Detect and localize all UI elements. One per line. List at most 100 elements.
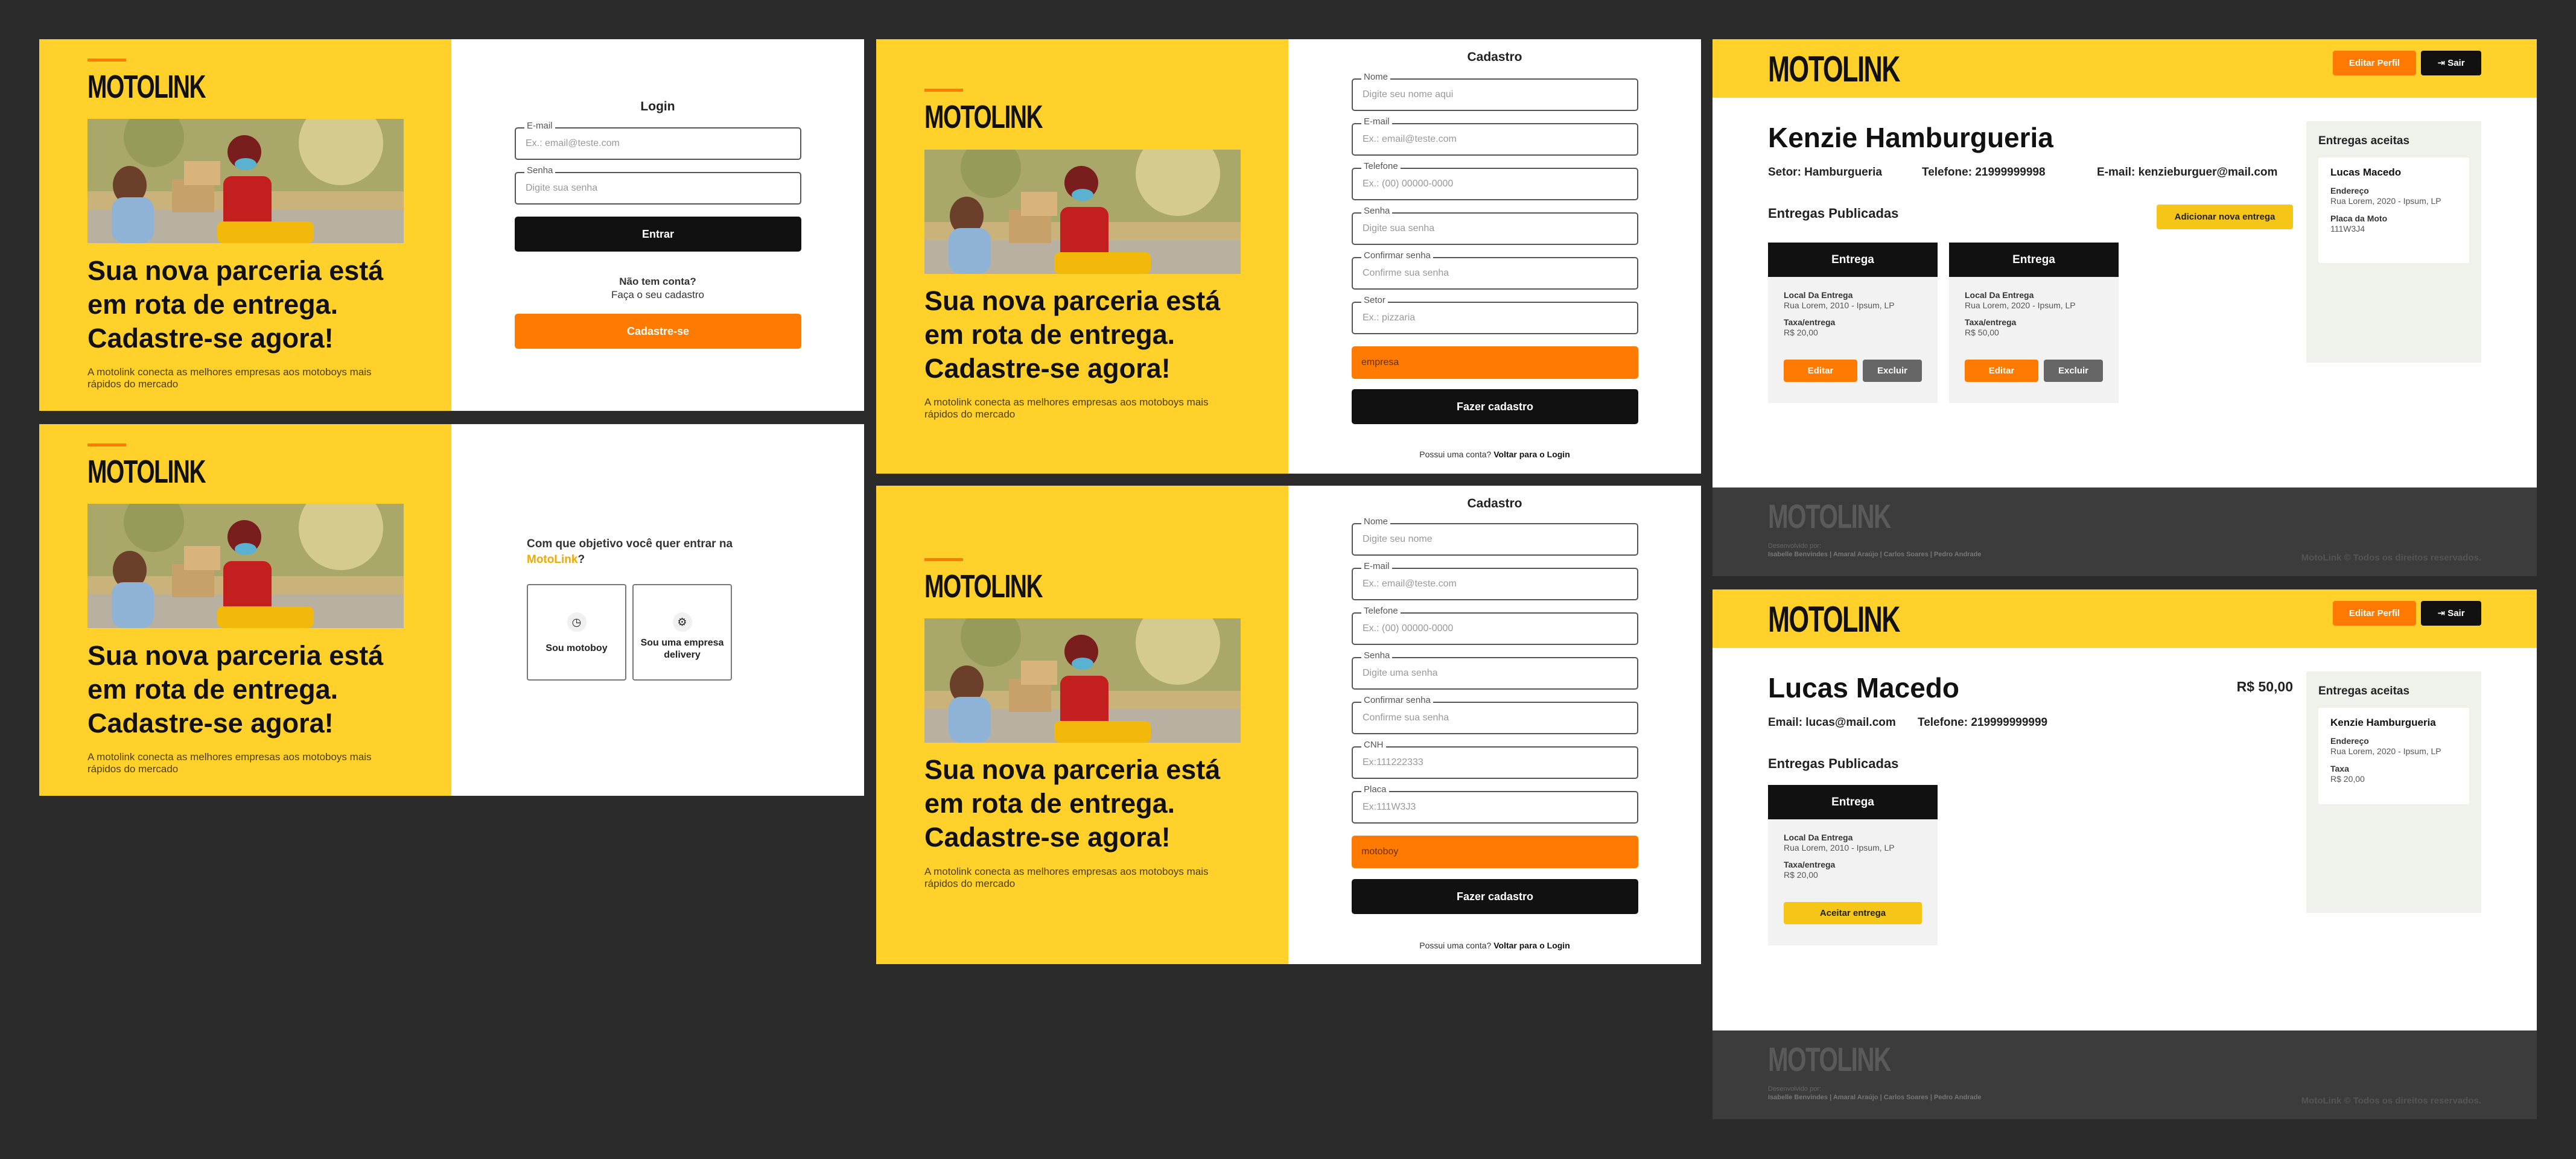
accent-bar <box>924 89 963 92</box>
add-delivery-button[interactable]: Adicionar nova entrega <box>2157 205 2293 229</box>
subtext: A motolink conecta as melhores empresas … <box>87 751 372 775</box>
edit-profile-button[interactable]: Editar Perfil <box>2333 601 2416 626</box>
delete-delivery-button[interactable]: Excluir <box>1863 360 1922 382</box>
motoboy-dashboard: MOTOLINK Editar Perfil ⇥ Sair Lucas Mace… <box>1713 589 2537 1119</box>
option-motoboy-label: Sou motoboy <box>545 643 608 653</box>
courier-email: Email: lucas@mail.com <box>1768 716 1896 729</box>
field-placeholder: Ex.: (00) 00000-0000 <box>1363 179 1454 189</box>
field-label: Nome <box>1361 72 1391 82</box>
edit-delivery-button[interactable]: Editar <box>1784 360 1857 382</box>
field-placeholder: Confirme sua senha <box>1363 268 1449 278</box>
login-link-row: Possui uma conta? Voltar para o Login <box>1288 941 1701 950</box>
location-label: Local Da Entrega <box>1784 833 1853 842</box>
accepted-deliveries-panel: Entregas aceitas Lucas Macedo Endereço R… <box>2306 121 2481 363</box>
back-to-login-link[interactable]: Voltar para o Login <box>1493 449 1570 459</box>
field-placeholder: Ex.: (00) 00000-0000 <box>1363 623 1454 633</box>
back-to-login-link[interactable]: Voltar para o Login <box>1493 941 1570 950</box>
subtext: A motolink conecta as melhores empresas … <box>87 366 372 390</box>
submit-register-button[interactable]: Fazer cadastro <box>1352 389 1638 424</box>
logo: MOTOLINK <box>87 69 206 105</box>
logo: MOTOLINK <box>1768 599 1901 640</box>
password-field[interactable]: Senha Digite uma senha <box>1352 650 1638 690</box>
field-label: CNH <box>1361 740 1386 750</box>
address-label: Endereço <box>2330 186 2369 195</box>
accent-bar <box>87 59 126 62</box>
accepted-card: Kenzie Hamburgueria Endereço Rua Lorem, … <box>2318 708 2469 804</box>
field-placeholder: Confirme sua senha <box>1363 713 1449 723</box>
register-button[interactable]: Cadastre-se <box>515 314 801 349</box>
brand-link[interactable]: MotoLink <box>527 553 577 566</box>
logout-button[interactable]: ⇥ Sair <box>2421 601 2481 626</box>
company-register-screen: MOTOLINK Sua nova parceria está em rota … <box>876 39 1701 474</box>
field-label: Confirmar senha <box>1361 695 1433 705</box>
type-select[interactable]: motoboy <box>1352 836 1638 868</box>
footer-logo: MOTOLINK <box>1768 1040 1891 1078</box>
edit-delivery-button[interactable]: Editar <box>1965 360 2038 382</box>
headline: Sua nova parceria está em rota de entreg… <box>924 754 1221 853</box>
logo: MOTOLINK <box>1768 49 1901 89</box>
fee-label: Taxa/entrega <box>1784 317 1836 327</box>
accept-delivery-button[interactable]: Aceitar entrega <box>1784 902 1922 924</box>
courier-name: Lucas Macedo <box>2330 167 2402 178</box>
logout-button[interactable]: ⇥ Sair <box>2421 51 2481 75</box>
accepted-deliveries-panel: Entregas aceitas Kenzie Hamburgueria End… <box>2306 672 2481 913</box>
fee-value: R$ 20,00 <box>2330 774 2365 784</box>
footer-devs: Desenvolvido por: Isabelle Benvindes | Am… <box>1768 542 1981 559</box>
login-screen: MOTOLINK Sua nova parceria está em rota … <box>39 39 864 411</box>
card-body: Local Da Entrega Rua Lorem, 2020 - Ipsum… <box>1949 277 2119 351</box>
card-title: Entrega <box>1768 785 1938 819</box>
card-body: Local Da Entrega Rua Lorem, 2010 - Ipsum… <box>1768 819 1938 894</box>
name-field[interactable]: Nome Digite seu nome <box>1352 516 1638 556</box>
field-label: Placa <box>1361 784 1389 795</box>
question-mark: ? <box>577 553 585 566</box>
sector-field[interactable]: Setor Ex.: pizzaria <box>1352 295 1638 334</box>
field-placeholder: Ex.: pizzaria <box>1363 313 1416 323</box>
email-field[interactable]: E-mail Ex.: email@teste.com <box>1352 561 1638 600</box>
edit-profile-button[interactable]: Editar Perfil <box>2333 51 2416 75</box>
headline: Sua nova parceria está em rota de entreg… <box>924 285 1221 384</box>
choose-role-screen: MOTOLINK Sua nova parceria está em rota … <box>39 424 864 796</box>
address-value: Rua Lorem, 2020 - Ipsum, LP <box>2330 196 2441 206</box>
option-motoboy[interactable]: ◷ Sou motoboy <box>527 584 626 681</box>
motoboy-register-form: Cadastro Nome Digite seu nome E-mail Ex.: … <box>1288 486 1701 964</box>
login-button[interactable]: Entrar <box>515 217 801 252</box>
location-value: Rua Lorem, 2010 - Ipsum, LP <box>1784 300 1895 310</box>
login-title: Login <box>640 100 675 113</box>
email-field[interactable]: E-mail Ex.: email@teste.com <box>515 121 801 160</box>
fee-value: R$ 20,00 <box>1784 870 1818 880</box>
login-link-row: Possui uma conta? Voltar para o Login <box>1288 449 1701 459</box>
field-label: Confirmar senha <box>1361 250 1433 261</box>
dev-label: Desenvolvido por: <box>1768 1085 1822 1093</box>
password-field[interactable]: Senha Digite sua senha <box>1352 206 1638 245</box>
name-field[interactable]: Nome Digite seu nome aqui <box>1352 72 1638 111</box>
option-company[interactable]: ⚙ Sou uma empresa delivery <box>632 584 732 681</box>
field-placeholder: Ex.: email@teste.com <box>1363 579 1457 589</box>
plate-field[interactable]: Placa Ex:111W3J3 <box>1352 784 1638 824</box>
location-label: Local Da Entrega <box>1965 290 2034 300</box>
field-placeholder: Digite uma senha <box>1363 668 1438 678</box>
dashboard-header: MOTOLINK Editar Perfil ⇥ Sair <box>1713 589 2537 648</box>
phone-field[interactable]: Telefone Ex.: (00) 00000-0000 <box>1352 161 1638 200</box>
phone-field[interactable]: Telefone Ex.: (00) 00000-0000 <box>1352 606 1638 645</box>
type-select[interactable]: empresa <box>1352 346 1638 379</box>
address-label: Endereço <box>2330 736 2369 746</box>
hero-image <box>87 119 404 243</box>
hero-image <box>924 150 1241 274</box>
company-name: Kenzie Hamburgueria <box>1768 122 2053 153</box>
submit-register-button[interactable]: Fazer cadastro <box>1352 879 1638 914</box>
password-field[interactable]: Senha Digite sua senha <box>515 165 801 205</box>
email-placeholder: Ex.: email@teste.com <box>526 138 620 148</box>
plate-value: 111W3J4 <box>2330 224 2365 233</box>
confirm-password-field[interactable]: Confirmar senha Confirme sua senha <box>1352 695 1638 734</box>
delete-delivery-button[interactable]: Excluir <box>2044 360 2103 382</box>
fee-label: Taxa/entrega <box>1784 860 1836 869</box>
confirm-password-field[interactable]: Confirmar senha Confirme sua senha <box>1352 250 1638 290</box>
field-label: E-mail <box>1361 561 1392 571</box>
company-email: E-mail: kenzieburguer@mail.com <box>2097 166 2278 179</box>
fee-label: Taxa/entrega <box>1965 317 2017 327</box>
footer: MOTOLINK Desenvolvido por: Isabelle Benvi… <box>1713 1030 2537 1119</box>
accepted-card: Lucas Macedo Endereço Rua Lorem, 2020 - … <box>2318 157 2469 263</box>
field-placeholder: Digite seu nome <box>1363 534 1433 544</box>
cnh-field[interactable]: CNH Ex:111222333 <box>1352 740 1638 779</box>
email-field[interactable]: E-mail Ex.: email@teste.com <box>1352 116 1638 156</box>
